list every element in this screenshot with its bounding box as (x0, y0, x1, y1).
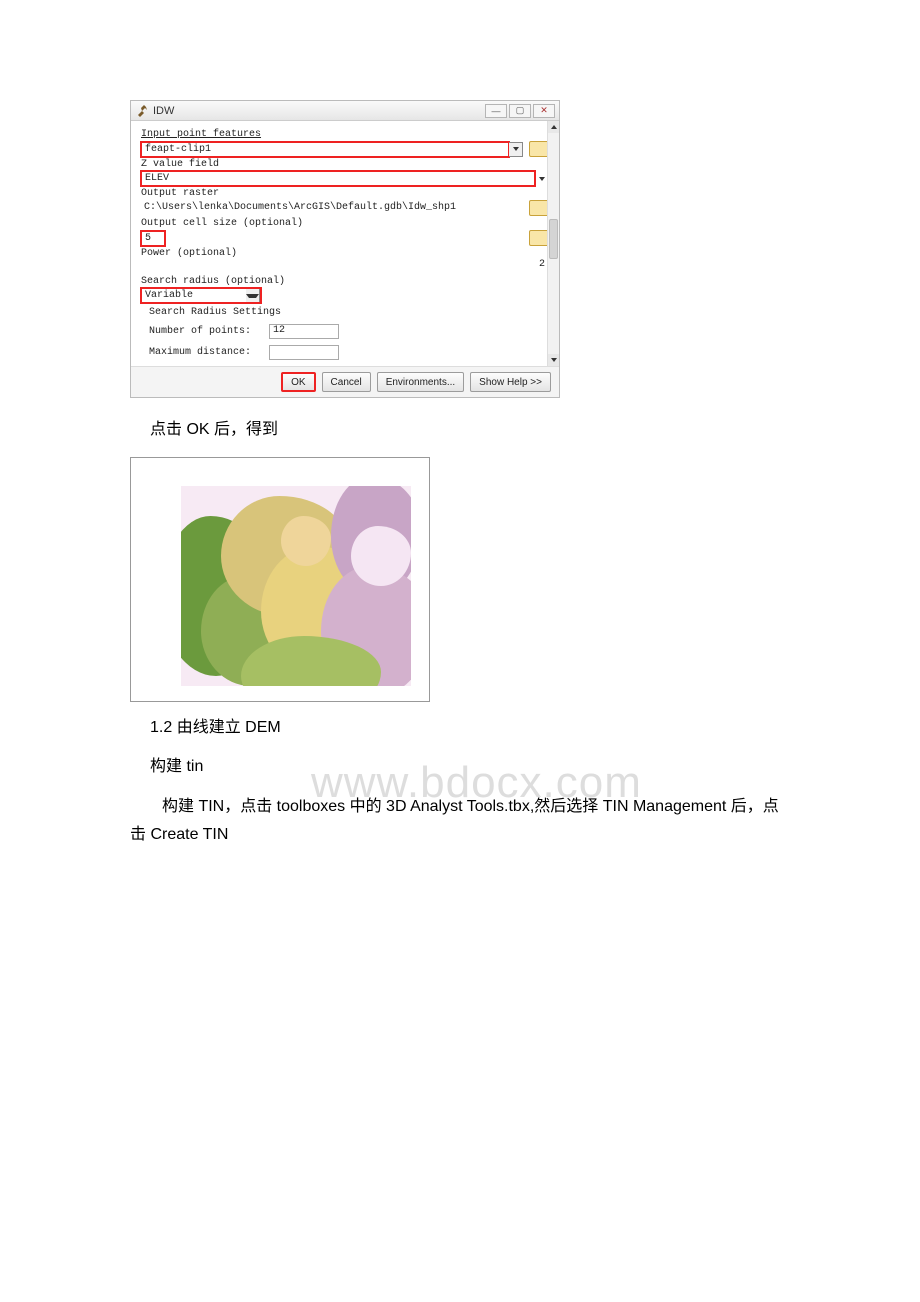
label-cell-size: Output cell size (optional) (141, 218, 549, 229)
label-search-radius: Search radius (optional) (141, 276, 549, 287)
search-radius-value: Variable (142, 290, 246, 301)
scroll-thumb[interactable] (549, 219, 558, 259)
label-num-points: Number of points: (149, 326, 269, 337)
label-max-distance: Maximum distance: (149, 347, 269, 358)
z-field[interactable]: ELEV (141, 171, 535, 186)
browse-input-button[interactable] (529, 141, 549, 157)
num-points-field[interactable]: 12 (269, 324, 339, 339)
dialog-body: Input point features feapt-clip1 Z value… (131, 121, 559, 367)
paragraph-3: 构建 tin (150, 753, 790, 780)
dialog-scrollbar[interactable] (547, 121, 559, 366)
minimize-button[interactable]: — (485, 104, 507, 118)
label-output-raster: Output raster (141, 188, 549, 199)
label-input-features: Input point features (141, 129, 549, 140)
dialog-title: IDW (153, 105, 483, 117)
dialog-titlebar[interactable]: IDW — ▢ ✕ (131, 101, 559, 121)
input-features-field[interactable]: feapt-clip1 (141, 142, 509, 157)
paragraph-2: 1.2 由线建立 DEM (150, 714, 790, 741)
row-max-distance: Maximum distance: (149, 345, 549, 360)
show-help-button[interactable]: Show Help >> (470, 372, 551, 392)
idw-raster-result (181, 486, 411, 686)
cancel-button[interactable]: Cancel (322, 372, 371, 392)
scroll-up-arrow[interactable] (548, 121, 559, 133)
row-num-points: Number of points: 12 (149, 324, 549, 339)
chevron-up-icon (551, 125, 557, 129)
chevron-down-icon (513, 147, 519, 151)
search-radius-dropdown[interactable] (246, 288, 260, 303)
chevron-down-icon (246, 294, 259, 298)
environments-button[interactable]: Environments... (377, 372, 464, 392)
search-radius-select[interactable]: Variable (141, 288, 261, 303)
label-search-settings: Search Radius Settings (149, 307, 549, 318)
power-field[interactable]: 2 (141, 259, 549, 270)
browse-cellsize-button[interactable] (529, 230, 549, 246)
label-z-field: Z value field (141, 159, 549, 170)
scroll-down-arrow[interactable] (548, 354, 559, 366)
idw-dialog: IDW — ▢ ✕ Input point features feapt-cli… (130, 100, 560, 398)
paragraph-1: 点击 OK 后，得到 (150, 416, 790, 443)
chevron-down-icon (551, 358, 557, 362)
maximize-button[interactable]: ▢ (509, 104, 531, 118)
input-features-dropdown[interactable] (509, 142, 523, 157)
raster-figure: www.bdocx.com (130, 457, 430, 702)
ok-button[interactable]: OK (281, 372, 315, 392)
label-power: Power (optional) (141, 248, 549, 259)
dialog-buttons: OK Cancel Environments... Show Help >> (131, 367, 559, 397)
max-distance-field[interactable] (269, 345, 339, 360)
chevron-down-icon (539, 177, 545, 181)
browse-output-button[interactable] (529, 200, 549, 216)
hammer-icon (135, 104, 149, 118)
output-raster-field[interactable]: C:\Users\lenka\Documents\ArcGIS\Default.… (141, 201, 523, 216)
paragraph-4: 构建 TIN，点击 toolboxes 中的 3D Analyst Tools.… (130, 793, 790, 851)
cell-size-field[interactable]: 5 (141, 231, 165, 246)
close-button[interactable]: ✕ (533, 104, 555, 118)
